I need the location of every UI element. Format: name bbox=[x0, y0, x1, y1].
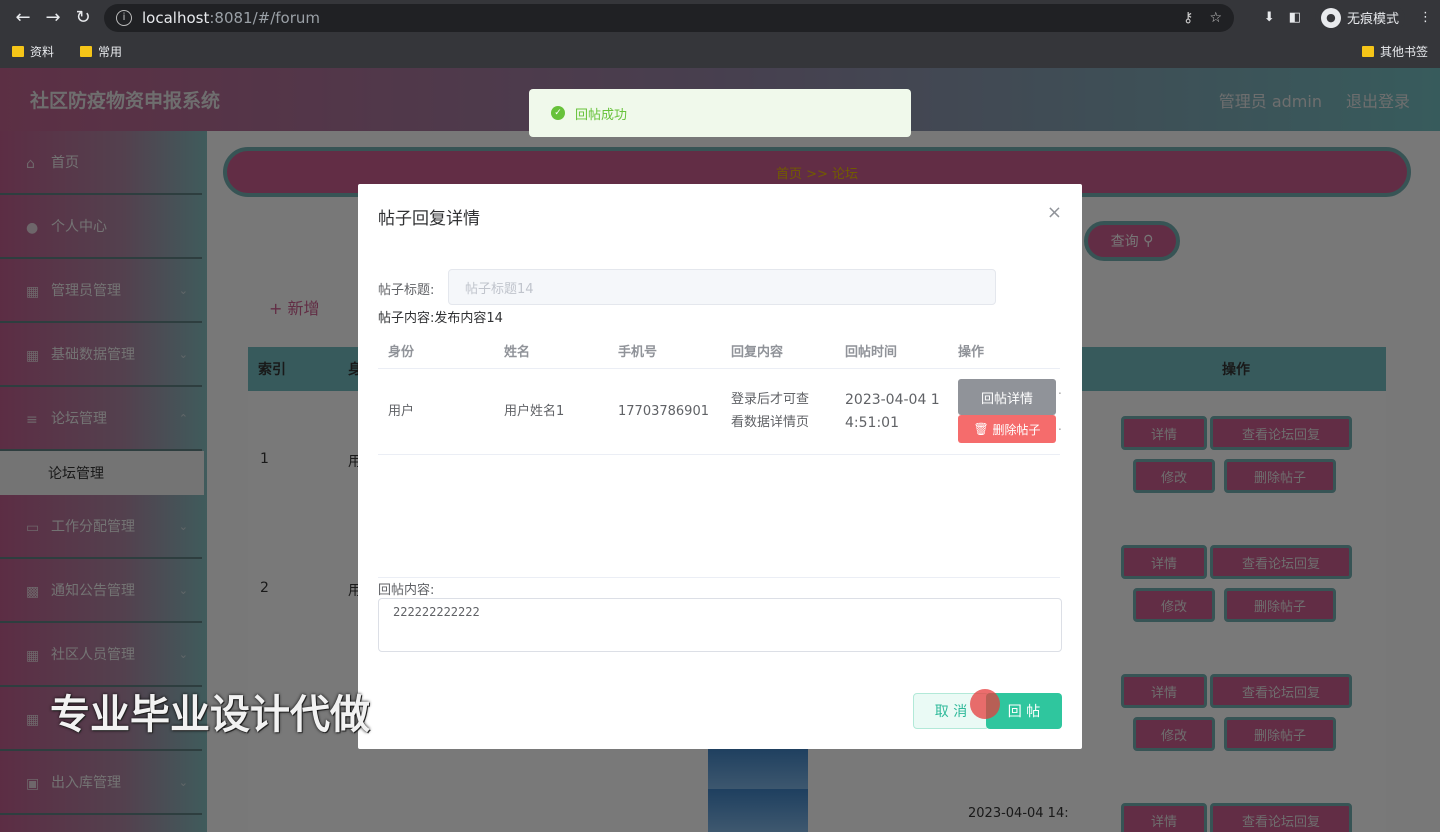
divider bbox=[378, 577, 1060, 578]
bookmark-folder[interactable]: 资料 bbox=[12, 43, 54, 60]
forward-icon[interactable]: → bbox=[38, 3, 68, 33]
cell-identity: 用户 bbox=[388, 404, 415, 419]
other-bookmarks-label: 其他书签 bbox=[1379, 45, 1428, 59]
folder-icon bbox=[1361, 46, 1374, 57]
reply-content-label: 回帖内容: bbox=[378, 583, 435, 598]
check-circle-icon: ✓ bbox=[551, 106, 565, 120]
reply-table: 身份 姓名 手机号 回复内容 回帖时间 操作 用户 用户姓名1 17703786… bbox=[378, 329, 1062, 455]
overflow-dot: . bbox=[1058, 419, 1062, 433]
trash-icon: 🗑 bbox=[973, 422, 989, 436]
delete-post-button[interactable]: 🗑 删除帖子 bbox=[958, 415, 1056, 443]
col-phone: 手机号 bbox=[618, 345, 658, 360]
col-name: 姓名 bbox=[504, 345, 531, 360]
sidepanel-icon[interactable]: ◧ bbox=[1289, 10, 1301, 25]
table-row: 用户 用户姓名1 17703786901 登录后才可查 看数据详情页 2023-… bbox=[378, 369, 1062, 455]
col-content: 回复内容 bbox=[731, 345, 784, 360]
post-content-label: 帖子内容: bbox=[378, 311, 435, 326]
incognito-label: 无痕模式 bbox=[1346, 12, 1399, 27]
dialog-title: 帖子回复详情 bbox=[378, 209, 480, 229]
reply-detail-dialog: 帖子回复详情 × 帖子标题: 帖子内容:发布内容14 身份 姓名 手机号 回复内… bbox=[358, 184, 1082, 749]
star-icon[interactable]: ☆ bbox=[1209, 10, 1222, 26]
reload-icon[interactable]: ↻ bbox=[68, 3, 98, 33]
cell-time-1: 2023-04-04 1 bbox=[845, 392, 940, 408]
close-icon[interactable]: × bbox=[1047, 202, 1062, 223]
post-title-label: 帖子标题: bbox=[378, 283, 435, 298]
cell-name: 用户姓名1 bbox=[504, 404, 565, 419]
cell-phone: 17703786901 bbox=[618, 404, 709, 419]
reply-content-textarea[interactable]: 222222222222 bbox=[378, 598, 1062, 652]
url-path: :8081/#/forum bbox=[209, 8, 320, 27]
reply-detail-button[interactable]: 回帖详情 bbox=[958, 379, 1056, 415]
bookmark-label: 资料 bbox=[30, 45, 55, 59]
post-content-line: 帖子内容:发布内容14 bbox=[378, 307, 503, 326]
incognito-indicator[interactable]: ● 无痕模式 bbox=[1314, 5, 1405, 30]
success-toast: ✓ 回帖成功 bbox=[529, 89, 911, 137]
browser-chrome: ← → ↻ i localhost:8081/#/forum ⚷ ☆ ⬇ ◧ ●… bbox=[0, 0, 1440, 68]
browser-toolbar: ← → ↻ i localhost:8081/#/forum ⚷ ☆ ⬇ ◧ ●… bbox=[0, 0, 1440, 35]
incognito-icon: ● bbox=[1320, 7, 1341, 28]
post-title-input[interactable] bbox=[448, 269, 996, 305]
folder-icon bbox=[12, 46, 24, 57]
app: 社区防疫物资申报系统 管理员 admin 退出登录 ⌂首页 ●个人中心 ▦管理员… bbox=[0, 68, 1440, 832]
post-content-value: 发布内容14 bbox=[434, 311, 503, 326]
url-host: localhost bbox=[142, 8, 210, 27]
bookmark-label: 常用 bbox=[98, 45, 123, 59]
back-icon[interactable]: ← bbox=[8, 3, 38, 33]
watermark-text: 专业毕业设计代做 bbox=[50, 692, 370, 738]
cursor-highlight bbox=[970, 689, 1000, 719]
delete-label: 删除帖子 bbox=[992, 422, 1041, 437]
key-icon[interactable]: ⚷ bbox=[1183, 10, 1193, 26]
col-time: 回帖时间 bbox=[845, 345, 898, 360]
folder-icon bbox=[80, 46, 93, 57]
toast-message: 回帖成功 bbox=[575, 107, 628, 123]
address-bar[interactable]: i localhost:8081/#/forum ⚷ ☆ bbox=[104, 3, 1234, 32]
download-icon[interactable]: ⬇ bbox=[1264, 10, 1275, 25]
overflow-dot: . bbox=[1058, 383, 1062, 397]
reply-table-header: 身份 姓名 手机号 回复内容 回帖时间 操作 bbox=[378, 329, 1060, 369]
info-icon[interactable]: i bbox=[116, 9, 132, 26]
cell-content-1: 登录后才可查 bbox=[731, 392, 810, 407]
col-ops: 操作 bbox=[958, 345, 985, 360]
cell-content-2: 看数据详情页 bbox=[731, 415, 810, 430]
menu-icon[interactable]: ⋮ bbox=[1419, 10, 1432, 25]
cell-time-2: 4:51:01 bbox=[845, 415, 899, 431]
other-bookmarks[interactable]: 其他书签 bbox=[1361, 43, 1428, 60]
col-identity: 身份 bbox=[388, 345, 415, 360]
bookmark-folder[interactable]: 常用 bbox=[80, 43, 122, 60]
bookmarks-bar: 资料 常用 其他书签 bbox=[0, 35, 1440, 68]
